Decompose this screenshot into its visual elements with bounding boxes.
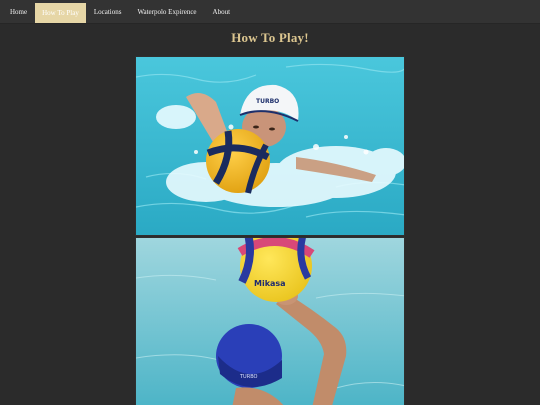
water-polo-ball-icon: [206, 129, 270, 194]
swimmer-illustration: TURBO: [136, 57, 404, 235]
shot-illustration: Mikasa TURBO: [136, 238, 404, 405]
cap-text-2: TURBO: [239, 374, 258, 380]
nav-how-to-play-link[interactable]: How To Play: [35, 3, 86, 23]
cap-text: TURBO: [256, 98, 279, 105]
top-navigation: Home How To Play Locations Waterpolo Exp…: [0, 0, 540, 24]
water-polo-swimmer-photo: TURBO: [135, 56, 405, 236]
nav-locations-link[interactable]: Locations: [86, 0, 130, 23]
page-title: How To Play!: [231, 30, 309, 45]
nav-home-link[interactable]: Home: [0, 0, 35, 23]
page: Home How To Play Locations Waterpolo Exp…: [0, 0, 540, 405]
nav-waterpolo-experience-link[interactable]: Waterpolo Expirence: [129, 0, 204, 23]
nav-about-link[interactable]: About: [205, 0, 239, 23]
water-polo-shot-photo: Mikasa TURBO: [135, 237, 405, 405]
player-cap-icon: TURBO: [216, 324, 282, 388]
ball-brand-text: Mikasa: [254, 279, 286, 288]
